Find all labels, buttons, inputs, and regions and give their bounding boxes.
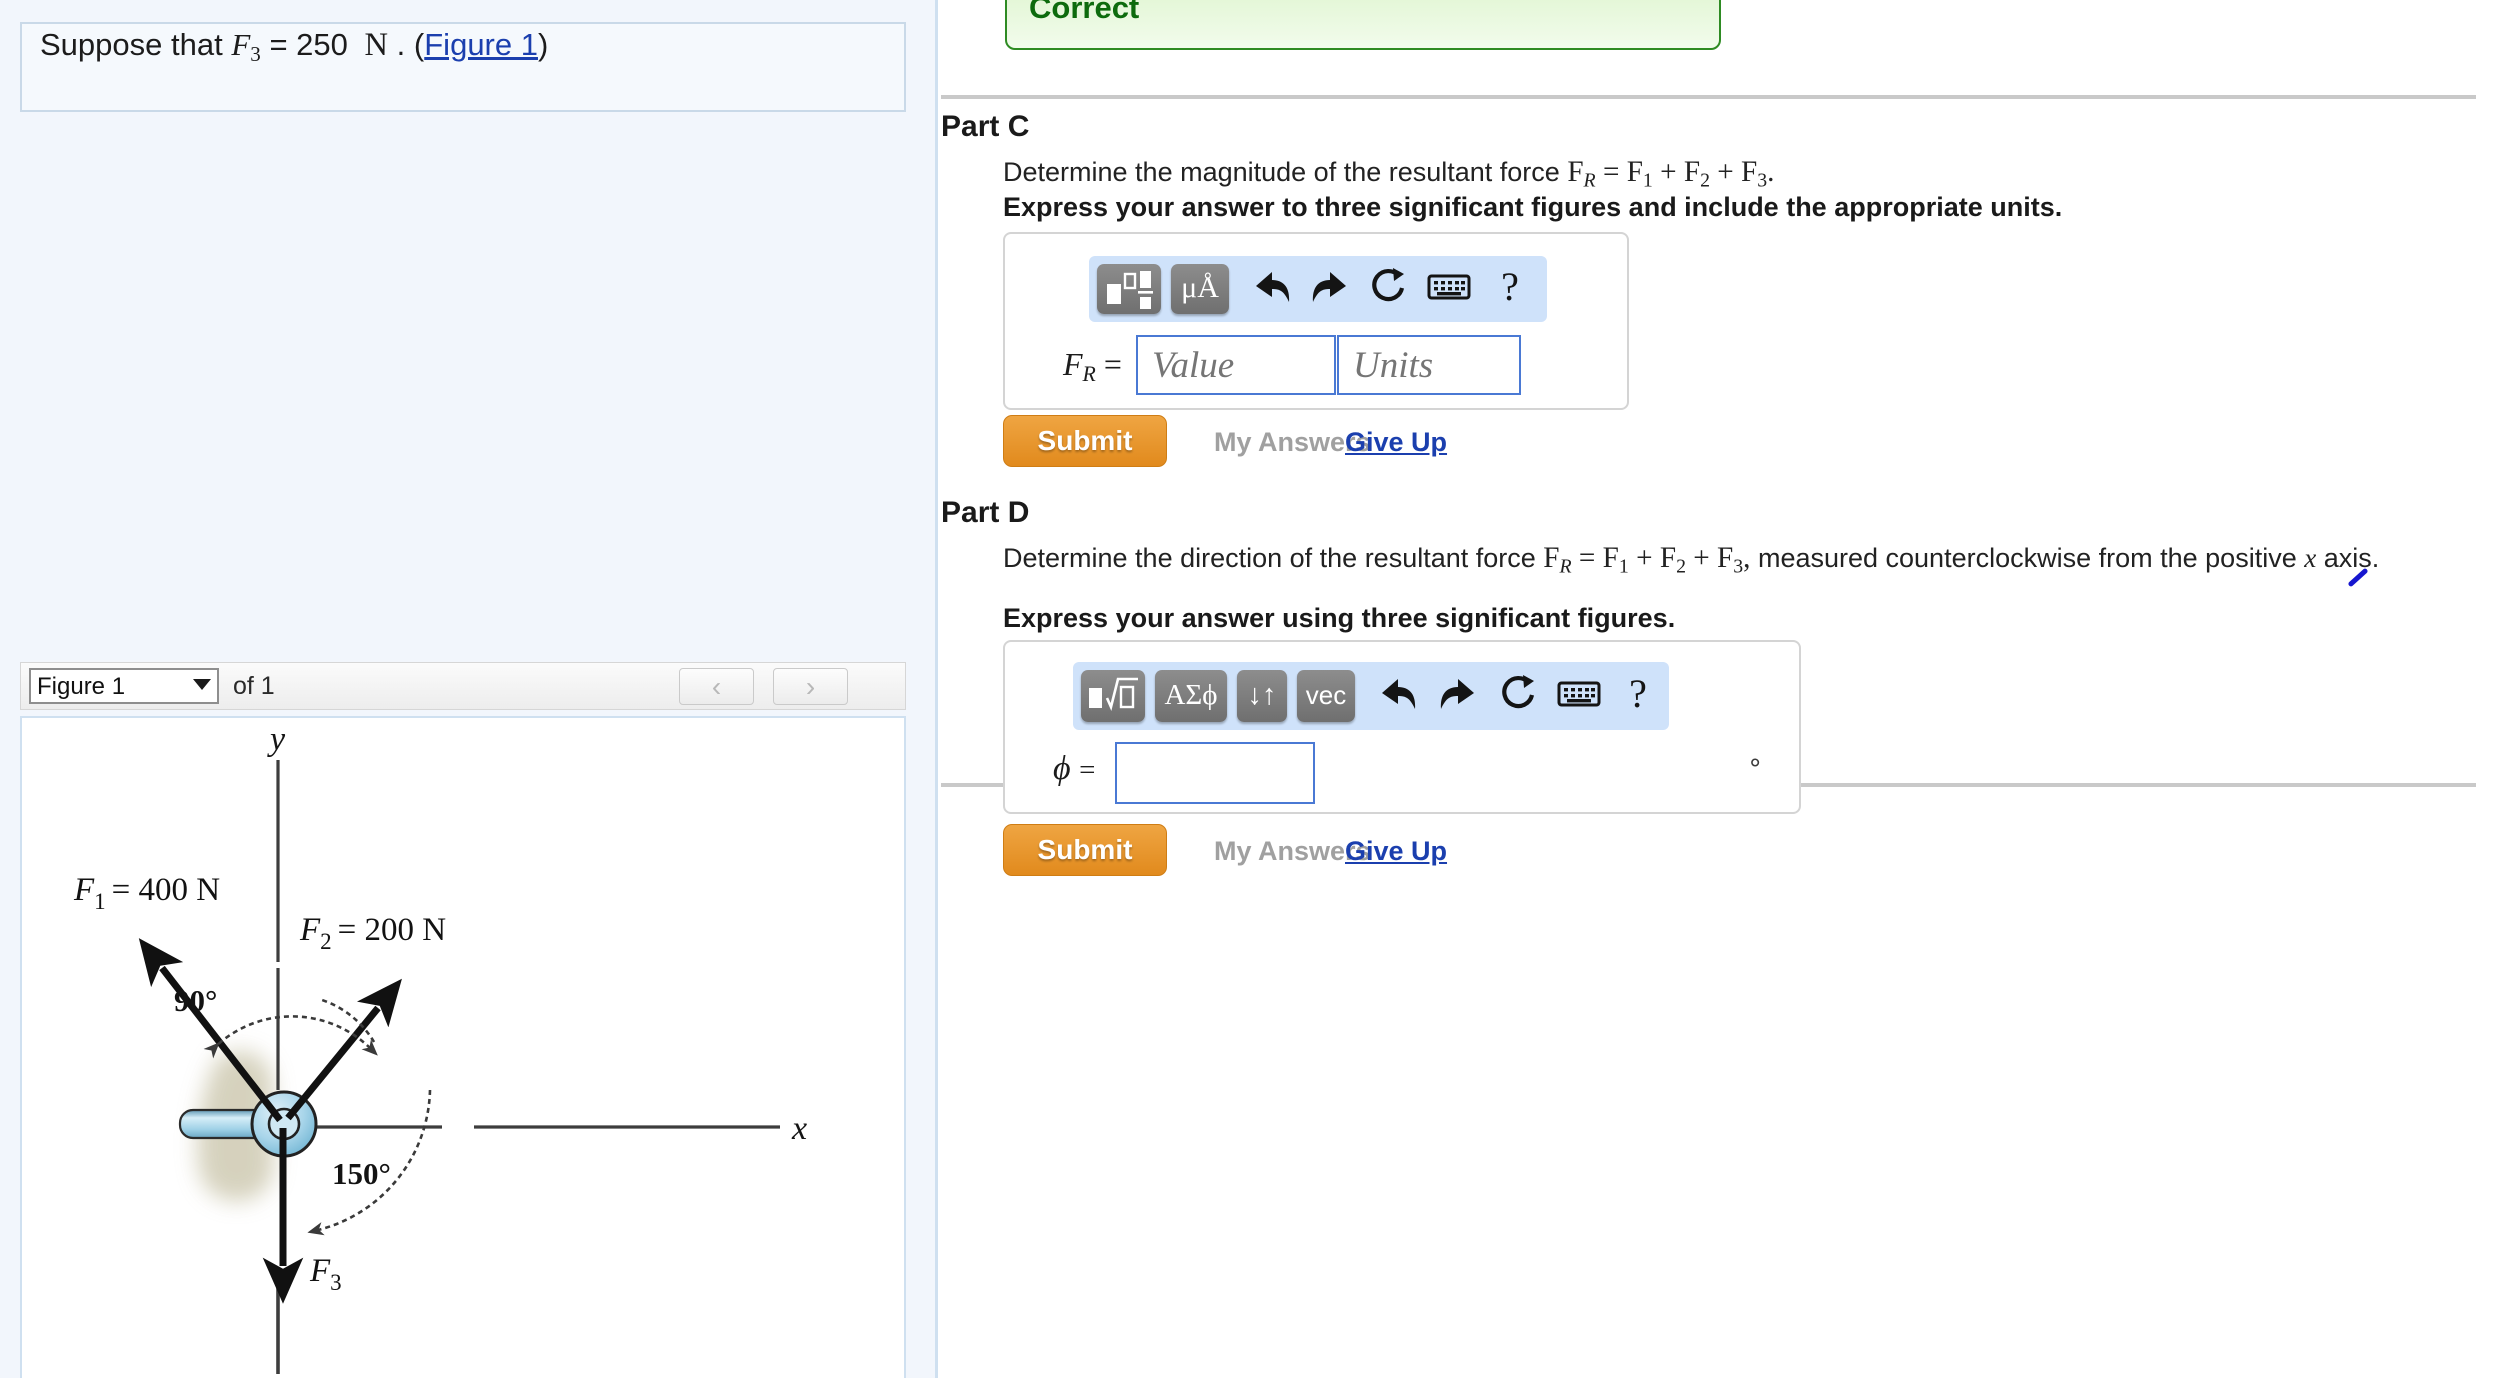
y-axis-label: y (267, 721, 286, 758)
angle-150-label: 150° (332, 1156, 391, 1191)
figure-panel: y x F1 = 400 N F2 = 200 N F3 90° 150° (20, 716, 906, 1378)
part-c-question-prefix: Determine the magnitude of the resultant… (1003, 157, 1560, 187)
figure-prev-button[interactable]: ‹ (679, 668, 754, 705)
degree-unit-label: ∘ (1747, 748, 1764, 777)
correct-status-banner: Correct (1005, 0, 1721, 50)
keyboard-icon[interactable] (1549, 668, 1609, 733)
problem-statement-text: Suppose that F3 = 250 N . (Figure 1) (40, 27, 548, 67)
angle-90-label: 90° (174, 983, 217, 1018)
undo-icon[interactable] (1245, 262, 1299, 323)
redo-glyph (1312, 272, 1346, 302)
units-input[interactable] (1337, 335, 1521, 395)
force2-vector (285, 978, 402, 1121)
undo-glyph (1256, 272, 1290, 302)
part-c-heading: Part C (941, 110, 1030, 143)
section-divider (941, 95, 2476, 99)
figure-select[interactable]: Figure 1 (29, 668, 219, 704)
help-icon[interactable]: ? (1615, 668, 1661, 720)
force-diagram: y x F1 = 400 N F2 = 200 N F3 90° 150° (73, 721, 807, 1374)
units-button[interactable]: μÅ (1171, 264, 1229, 314)
part-d-x-symbol: x (2304, 543, 2317, 573)
left-panel: Suppose that F3 = 250 N . (Figure 1) Fig… (0, 0, 938, 1378)
template-icon (1107, 271, 1153, 309)
problem-equals: = (269, 27, 288, 62)
chevron-right-icon: › (805, 671, 816, 702)
part-c-give-up-link[interactable]: Give Up (1345, 427, 1447, 458)
value-input[interactable] (1136, 335, 1336, 395)
part-d-question-text: Determine the direction of the resultant… (1003, 538, 2428, 581)
part-d-question-suffix-2a: from the positive (2098, 543, 2297, 573)
template-button[interactable] (1081, 670, 1145, 722)
reset-glyph (1372, 268, 1405, 302)
problem-value: 250 (296, 27, 348, 62)
redo-glyph (1440, 679, 1474, 709)
part-c-answer-label: FR = (1063, 346, 1122, 387)
figure-nav-bar: Figure 1 of 1 ‹ › (20, 662, 906, 710)
radical-template-icon (1089, 677, 1138, 711)
part-d-math-toolbar: ΑΣϕ ↓↑ vec ? (1073, 662, 1669, 730)
vector-button[interactable]: vec (1297, 670, 1355, 722)
reset-glyph (1502, 675, 1535, 709)
arrows-button[interactable]: ↓↑ (1237, 670, 1287, 722)
help-glyph: ? (1501, 264, 1519, 309)
keyboard-glyph (1557, 681, 1601, 707)
part-c-answer-box: μÅ ? FR = Value Units (1003, 232, 1629, 410)
part-d-formula: FR = F1 + F2 + F3, (1543, 542, 1751, 578)
part-d-question-prefix: Determine the direction of the resultant… (1003, 543, 1536, 573)
part-d-submit-button[interactable]: Submit (1003, 824, 1167, 876)
arrows-label: ↓↑ (1247, 679, 1277, 711)
problem-unit: N (364, 27, 389, 63)
part-c-question-text: Determine the magnitude of the resultant… (1003, 152, 2423, 195)
page-root: Suppose that F3 = 250 N . (Figure 1) Fig… (0, 0, 2500, 1378)
undo-icon[interactable] (1371, 668, 1425, 733)
reset-icon[interactable] (1361, 262, 1415, 325)
phi-input[interactable] (1115, 742, 1315, 804)
greek-symbols-label: ΑΣϕ (1164, 679, 1218, 711)
problem-symbol: F3 (231, 27, 261, 66)
problem-prefix: Suppose that (40, 27, 223, 62)
redo-icon[interactable] (1303, 262, 1357, 325)
keyboard-icon[interactable] (1419, 262, 1479, 325)
figure-next-button[interactable]: › (773, 668, 848, 705)
keyboard-glyph (1427, 274, 1471, 300)
part-d-instruction-text: Express your answer using three signific… (1003, 603, 1676, 633)
part-d-heading: Part D (941, 496, 1030, 529)
figure-count-label: of 1 (233, 672, 275, 700)
help-glyph: ? (1629, 671, 1647, 716)
open-paren: ( (413, 27, 425, 62)
part-c-math-toolbar: μÅ ? (1089, 256, 1547, 322)
force3-label: F3 (309, 1253, 342, 1295)
figure-1-link[interactable]: Figure 1 (424, 27, 538, 62)
part-d-question-suffix-1: measured counterclockwise (1757, 543, 2092, 573)
part-d-answer-box: ΑΣϕ ↓↑ vec ? ϕ = ∘ (1003, 640, 1801, 814)
part-d-give-up-link[interactable]: Give Up (1345, 836, 1447, 867)
part-d-question-suffix-2b: axis. (2323, 543, 2380, 573)
force2-label: F2 = 200 N (299, 912, 446, 954)
close-paren: ) (537, 27, 549, 62)
force1-label: F1 = 400 N (73, 872, 220, 914)
correct-status-label: Correct (1029, 0, 1140, 25)
greek-symbols-button[interactable]: ΑΣϕ (1155, 670, 1227, 722)
part-c-formula: FR = F1 + F2 + F3. (1567, 156, 1775, 192)
right-panel: Correct Part C Determine the magnitude o… (941, 0, 2500, 1378)
part-d-answer-label: ϕ = (1053, 750, 1096, 787)
part-c-submit-button[interactable]: Submit (1003, 415, 1167, 467)
help-icon[interactable]: ? (1487, 262, 1533, 312)
reset-icon[interactable] (1491, 668, 1545, 733)
x-axis-label: x (791, 1110, 807, 1147)
redo-icon[interactable] (1431, 668, 1485, 733)
problem-period: . (396, 27, 406, 62)
part-c-instruction-text: Express your answer to three significant… (1003, 192, 2063, 222)
template-button[interactable] (1097, 264, 1161, 314)
vector-label: vec (1305, 680, 1347, 710)
undo-glyph (1382, 679, 1416, 709)
chevron-left-icon: ‹ (711, 671, 722, 702)
units-button-label: μÅ (1181, 271, 1219, 304)
